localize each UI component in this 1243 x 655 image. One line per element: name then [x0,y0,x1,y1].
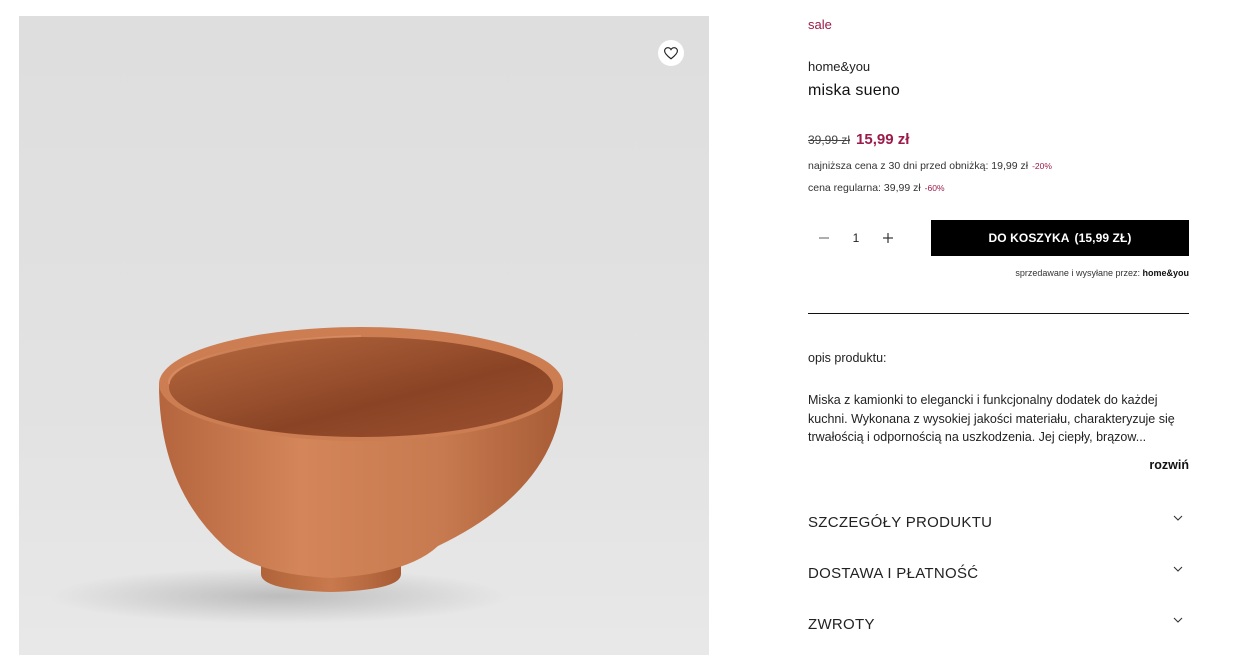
product-image[interactable] [19,16,709,655]
description-heading: opis produktu: [808,351,887,365]
chevron-down-icon [1171,562,1185,576]
new-price: 15,99 zł [856,131,910,148]
price-block: 39,99 zł 15,99 zł [808,131,909,148]
accordion-title: SZCZEGÓŁY PRODUKTU [808,513,993,531]
chevron-down-icon [1171,613,1185,627]
quantity-decrease-button[interactable] [808,220,840,256]
accordion-title: ZWROTY [808,615,875,633]
sale-badge: sale [808,17,832,32]
divider [808,313,1189,314]
quantity-stepper: 1 [808,220,908,256]
lowest-price-text: najniższa cena z 30 dni przed obniżką: 1… [808,160,1029,172]
expand-description-link[interactable]: rozwiń [1149,458,1189,472]
chevron-down-icon [1171,511,1185,525]
heart-icon [664,46,678,60]
seller-name[interactable]: home&you [1142,268,1189,278]
regular-price-info: cena regularna: 39,99 zł -60% [808,182,945,194]
plus-icon [882,232,894,244]
add-to-cart-button[interactable]: DO KOSZYKA (15,99 ZŁ) [931,220,1189,256]
regular-price-text: cena regularna: 39,99 zł [808,182,921,194]
wishlist-button[interactable] [658,40,684,66]
lowest-price-info: najniższa cena z 30 dni przed obniżką: 1… [808,160,1052,172]
lowest-discount: -20% [1032,161,1052,171]
brand-name[interactable]: home&you [808,59,870,74]
accordion-title: DOSTAWA I PŁATNOŚĆ [808,564,979,582]
regular-discount: -60% [924,183,945,193]
accordion-product-details[interactable]: SZCZEGÓŁY PRODUKTU [808,507,1189,537]
seller-info: sprzedawane i wysyłane przez: home&you [1015,268,1189,278]
add-to-cart-price: (15,99 ZŁ) [1074,231,1132,245]
quantity-value[interactable]: 1 [840,231,872,245]
old-price: 39,99 zł [808,133,851,147]
description-text: Miska z kamionki to elegancki i funkcjon… [808,393,1175,444]
seller-prefix: sprzedawane i wysyłane przez: [1015,268,1140,278]
accordion-returns[interactable]: ZWROTY [808,609,1189,639]
bowl-image [49,327,563,624]
minus-icon [818,232,830,244]
product-name: miska sueno [808,82,901,99]
quantity-increase-button[interactable] [872,220,904,256]
add-to-cart-label: DO KOSZYKA [988,231,1070,245]
accordion-delivery-payment[interactable]: DOSTAWA I PŁATNOŚĆ [808,558,1189,588]
